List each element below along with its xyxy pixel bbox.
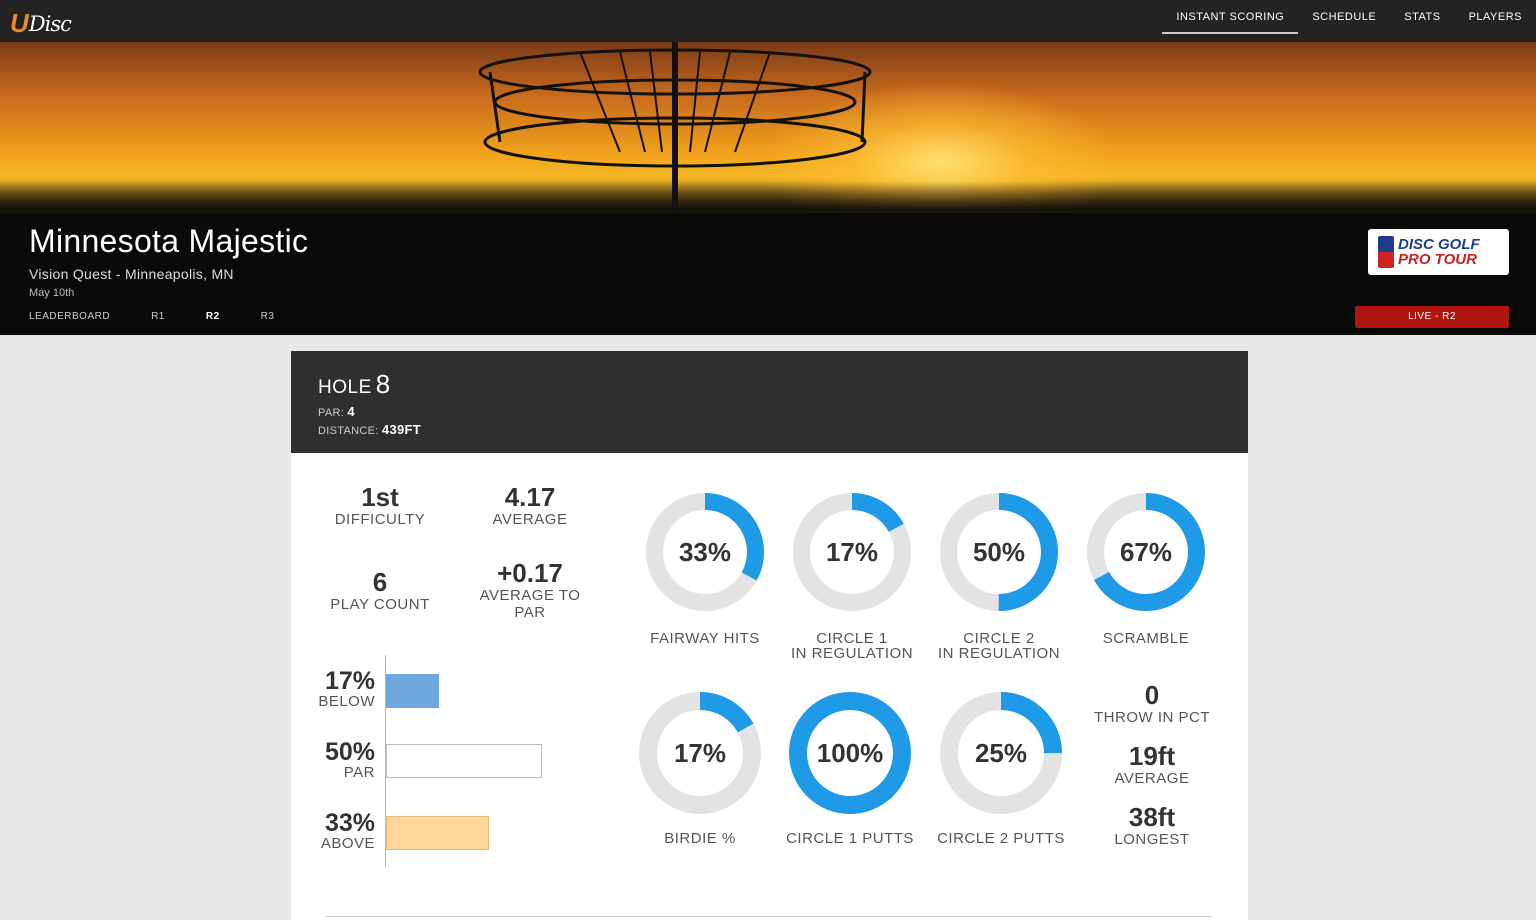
c2-regulation-label-2: IN REGULATION	[937, 645, 1061, 662]
par-bar	[386, 744, 542, 778]
nav-schedule[interactable]: SCHEDULE	[1298, 0, 1390, 34]
c1-putts-pct: 100%	[816, 737, 884, 768]
hole-par: PAR: 4	[318, 404, 355, 419]
scramble-donut: 67%	[1087, 493, 1205, 611]
play-count-label: PLAY COUNT	[330, 596, 430, 613]
c1-putts-label: CIRCLE 1 PUTTS	[780, 831, 920, 846]
avg-to-par-label-1: AVERAGE TO	[479, 587, 581, 604]
difficulty-value: 1st	[361, 482, 399, 512]
below-label: BELOW	[318, 693, 375, 710]
stat-difficulty: 1st DIFFICULTY	[320, 483, 440, 528]
fairway-hits-label: FAIRWAY HITS	[635, 631, 775, 646]
c1-regulation-pct: 17%	[825, 536, 879, 567]
tab-leaderboard[interactable]: LEADERBOARD	[29, 311, 110, 322]
nav-stats[interactable]: STATS	[1390, 0, 1454, 34]
hole-number: 8	[375, 369, 391, 399]
avg-to-par-value: +0.17	[497, 558, 563, 588]
par-label: PAR	[343, 764, 375, 781]
below-pct: 17%	[324, 667, 375, 695]
round-tabs: LEADERBOARD R1 R2 R3	[29, 311, 315, 322]
avg-to-par-label-2: PAR	[514, 604, 546, 621]
stat-throw-in-average: 19ft AVERAGE	[1082, 742, 1222, 787]
birdie-pct: 17%	[673, 737, 727, 768]
throw-in-pct-label: THROW IN PCT	[1094, 709, 1210, 726]
event-hero-banner: Minnesota Majestic Vision Quest - Minnea…	[0, 42, 1536, 335]
c2-regulation-label-1: CIRCLE 2	[963, 630, 1035, 647]
play-count-value: 6	[372, 567, 388, 597]
distance-label: DISTANCE:	[318, 425, 379, 437]
fairway-hits-pct: 33%	[678, 536, 732, 567]
stat-average-to-par: +0.17 AVERAGE TO PAR	[465, 559, 595, 621]
c2-putts-label-1: CIRCLE 2 PUTTS	[937, 830, 1065, 847]
logo-u: U	[10, 8, 29, 38]
distance-value: 439FT	[381, 422, 421, 437]
tab-r2[interactable]: R2	[206, 311, 220, 322]
c2-regulation-pct: 50%	[972, 536, 1026, 567]
c2-regulation-label: CIRCLE 2 IN REGULATION	[929, 631, 1069, 661]
dgpt-flag-icon	[1378, 236, 1394, 268]
scramble-pct: 67%	[1119, 536, 1173, 567]
birdie-label: BIRDIE %	[630, 831, 770, 846]
tab-r3[interactable]: R3	[261, 311, 275, 322]
stat-throw-in-longest: 38ft LONGEST	[1082, 803, 1222, 848]
event-title: Minnesota Majestic	[29, 223, 309, 259]
section-divider	[326, 916, 1212, 917]
c2-regulation-donut: 50%	[940, 493, 1058, 611]
average-value: 4.17	[504, 482, 556, 512]
c2-putts-donut: 25%	[940, 692, 1062, 814]
disc-golf-pro-tour-logo[interactable]: DISC GOLF PRO TOUR	[1368, 229, 1509, 275]
stat-throw-in-pct: 0 THROW IN PCT	[1082, 681, 1222, 726]
hole-title: HOLE 8	[318, 369, 391, 400]
above-bar	[386, 816, 489, 850]
fairway-hits-label-1: FAIRWAY HITS	[650, 630, 760, 647]
sponsor-line-1: DISC GOLF	[1398, 236, 1480, 253]
c2-putts-pct: 25%	[974, 737, 1028, 768]
c1-regulation-label-1: CIRCLE 1	[816, 630, 888, 647]
throw-in-longest-label: LONGEST	[1114, 831, 1190, 848]
c1-regulation-donut: 17%	[793, 493, 911, 611]
birdie-donut: 17%	[639, 692, 761, 814]
throw-in-average-label: AVERAGE	[1114, 770, 1190, 787]
above-pct: 33%	[324, 809, 375, 837]
difficulty-label: DIFFICULTY	[334, 511, 426, 528]
c1-regulation-label: CIRCLE 1 IN REGULATION	[782, 631, 922, 661]
event-subtitle: Vision Quest - Minneapolis, MN	[29, 266, 234, 282]
sponsor-line-2: PRO TOUR	[1398, 251, 1477, 268]
stat-play-count: 6 PLAY COUNT	[320, 568, 440, 613]
fairway-hits-donut: 33%	[646, 493, 764, 611]
hole-distance: DISTANCE: 439FT	[318, 422, 421, 437]
c1-putts-donut: 100%	[789, 692, 911, 814]
throw-in-pct-value: 0	[1144, 680, 1160, 710]
top-navbar: U Disc INSTANT SCORING SCHEDULE STATS PL…	[0, 0, 1536, 42]
c1-regulation-label-2: IN REGULATION	[790, 645, 914, 662]
hole-header: HOLE 8 PAR: 4 DISTANCE: 439FT	[291, 351, 1248, 453]
throw-in-longest-value: 38ft	[1128, 802, 1176, 832]
c1-putts-label-1: CIRCLE 1 PUTTS	[786, 830, 914, 847]
throw-in-average-value: 19ft	[1128, 741, 1176, 771]
logo-text: Disc	[28, 12, 72, 36]
event-date: May 10th	[29, 287, 75, 299]
c2-putts-label: CIRCLE 2 PUTTS	[931, 831, 1071, 846]
hole-stats-card: HOLE 8 PAR: 4 DISTANCE: 439FT 1st DIFFICU…	[291, 351, 1248, 920]
udisc-logo[interactable]: U Disc	[10, 6, 72, 38]
stat-average: 4.17 AVERAGE	[470, 483, 590, 528]
below-bar	[386, 674, 439, 708]
scramble-label-1: SCRAMBLE	[1102, 630, 1190, 647]
hole-label: HOLE	[318, 377, 372, 398]
par-pct: 50%	[324, 738, 375, 766]
nav-links: INSTANT SCORING SCHEDULE STATS PLAYERS	[1162, 0, 1536, 42]
average-label: AVERAGE	[492, 511, 568, 528]
scramble-label: SCRAMBLE	[1076, 631, 1216, 646]
nav-players[interactable]: PLAYERS	[1455, 0, 1536, 34]
nav-instant-scoring[interactable]: INSTANT SCORING	[1162, 0, 1299, 34]
tab-r1[interactable]: R1	[151, 311, 165, 322]
above-label: ABOVE	[320, 835, 375, 852]
par-label: PAR:	[318, 407, 345, 419]
live-round-badge[interactable]: LIVE - R2	[1355, 306, 1509, 328]
birdie-label-1: BIRDIE %	[664, 830, 736, 847]
par-value: 4	[347, 404, 355, 419]
